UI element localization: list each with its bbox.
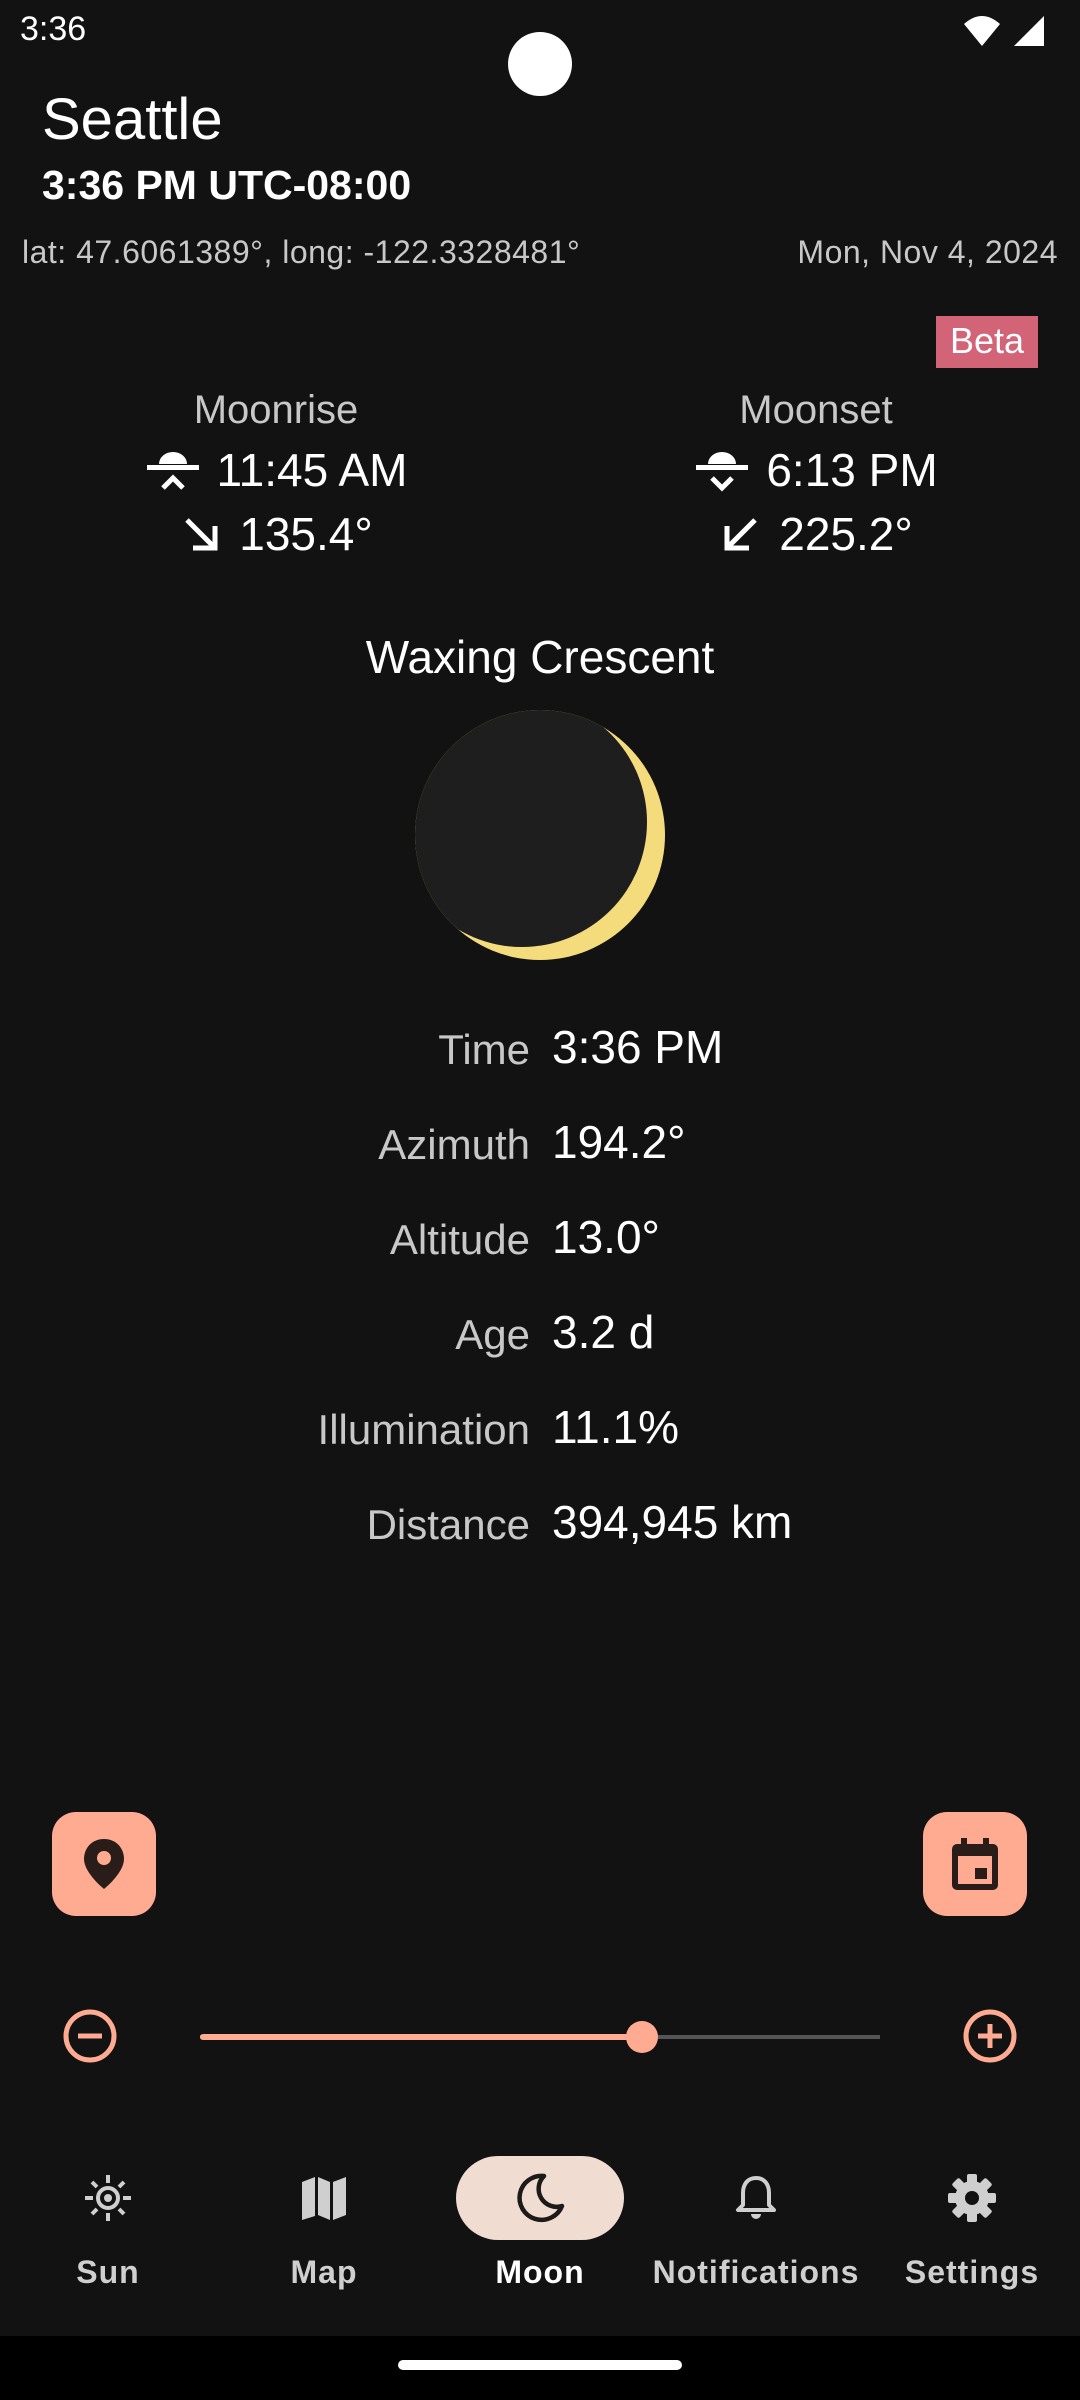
wifi-icon [964, 16, 1000, 46]
detail-row-azimuth: Azimuth 194.2° [0, 1115, 1080, 1185]
detail-label: Distance [366, 1501, 530, 1548]
local-time: 3:36 PM UTC-08:00 [42, 162, 412, 208]
moonrise-panel: Moonrise 11:45 AM 135.4° [56, 388, 496, 561]
nav-item-notifications[interactable]: Notifications [648, 2140, 864, 2291]
beta-badge: Beta [935, 316, 1038, 368]
nav-label-moon: Moon [495, 2254, 585, 2290]
nav-label-map: Map [290, 2254, 358, 2290]
moonset-icon [696, 452, 749, 492]
detail-label: Altitude [389, 1216, 530, 1263]
location-button[interactable] [52, 1812, 156, 1916]
calendar-button[interactable] [923, 1812, 1027, 1916]
moonrise-icon [146, 452, 199, 490]
detail-row-altitude: Altitude 13.0° [0, 1210, 1080, 1280]
nav-label-sun: Sun [76, 2254, 140, 2290]
home-indicator[interactable] [398, 2360, 682, 2370]
arrow-down-right-icon [185, 518, 218, 551]
status-icons [962, 14, 1046, 48]
detail-row-distance: Distance 394,945 km [0, 1495, 1080, 1565]
plus-circle-icon [963, 2009, 1017, 2063]
moon-phase-graphic [410, 705, 670, 965]
moonset-panel: Moonset 6:13 PM 225.2° [596, 388, 1036, 561]
moonrise-title: Moonrise [193, 388, 359, 432]
decrease-time-button[interactable] [60, 2006, 120, 2066]
detail-value: 3:36 PM [552, 1021, 724, 1073]
detail-value: 194.2° [552, 1116, 686, 1168]
detail-value: 13.0° [552, 1211, 660, 1263]
status-bar-time: 3:36 [20, 10, 87, 48]
camera-cutout [508, 32, 572, 96]
moonset-azimuth: 225.2° [779, 508, 913, 560]
detail-row-illumination: Illumination 11.1% [0, 1400, 1080, 1470]
bell-icon [736, 2176, 776, 2219]
city-name: Seattle [42, 87, 223, 152]
moonset-title: Moonset [739, 388, 893, 432]
nav-item-moon[interactable]: Moon [432, 2140, 648, 2291]
moonset-time: 6:13 PM [766, 444, 938, 496]
increase-time-button[interactable] [960, 2006, 1020, 2066]
moonrise-azimuth: 135.4° [239, 508, 373, 560]
detail-value: 3.2 d [552, 1306, 655, 1358]
sun-icon [85, 2175, 131, 2221]
moon-icon [517, 2173, 565, 2223]
moonrise-time: 11:45 AM [216, 444, 408, 496]
detail-label: Illumination [317, 1406, 530, 1453]
detail-value: 11.1% [552, 1401, 680, 1453]
moon-phase-name: Waxing Crescent [365, 631, 715, 683]
nav-item-settings[interactable]: Settings [864, 2140, 1080, 2291]
detail-row-time: Time 3:36 PM [0, 1020, 1080, 1090]
detail-label: Age [455, 1311, 530, 1358]
minus-circle-icon [63, 2009, 117, 2063]
detail-row-age: Age 3.2 d [0, 1305, 1080, 1375]
nav-item-sun[interactable]: Sun [0, 2140, 216, 2291]
detail-label: Azimuth [378, 1121, 530, 1168]
map-icon [302, 2177, 346, 2220]
current-date: Mon, Nov 4, 2024 [797, 234, 1058, 270]
nav-label-notifications: Notifications [652, 2254, 860, 2290]
coordinates: lat: 47.6061389°, long: -122.3328481° [22, 234, 581, 270]
bottom-navigation: Sun Map Moon Notifications Settings [0, 2140, 1080, 2340]
gear-icon [948, 2174, 996, 2222]
cell-signal-icon [1014, 16, 1044, 46]
nav-label-settings: Settings [904, 2254, 1040, 2290]
arrow-down-left-icon [724, 518, 758, 551]
location-pin-icon [84, 1839, 124, 1889]
detail-label: Time [438, 1026, 530, 1073]
time-slider-thumb[interactable] [626, 2021, 658, 2053]
nav-item-map[interactable]: Map [216, 2140, 432, 2291]
time-slider-fill [200, 2034, 642, 2040]
calendar-icon [952, 1838, 998, 1890]
detail-value: 394,945 km [552, 1496, 793, 1548]
